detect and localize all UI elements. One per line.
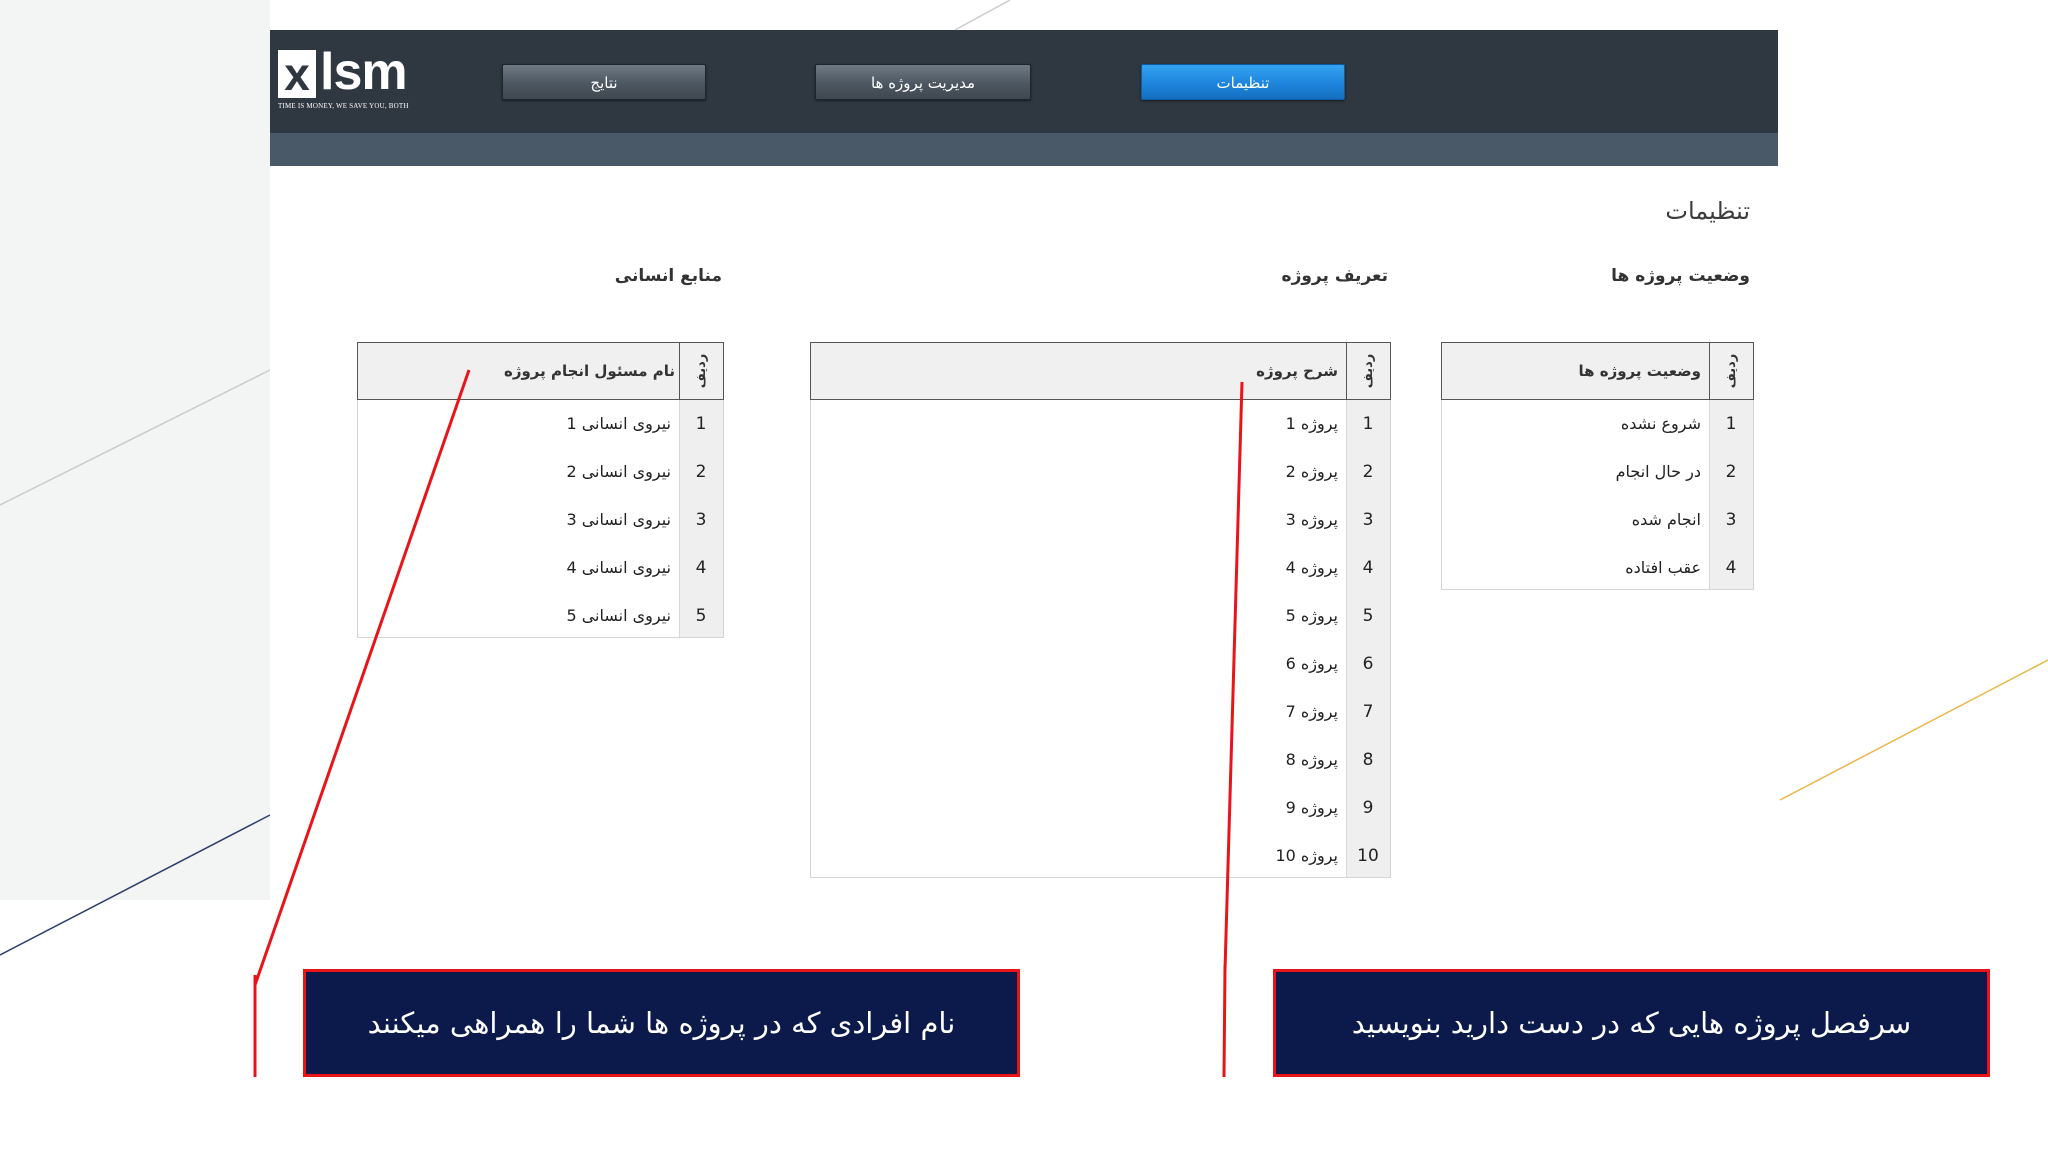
project-status-table: وضعیت پروژه ها ردیف 1 شروع نشده 2 در حال ا…	[1441, 342, 1754, 590]
index-column-header: ردیف	[1709, 343, 1753, 399]
index-column-header: ردیف	[1346, 343, 1390, 399]
callout-projects-hint: سرفصل پروژه هایی که در دست دارید بنویسید	[1273, 969, 1990, 1077]
table-row[interactable]: 3 انجام شده	[1442, 496, 1753, 544]
table-header: شرح پروژه ردیف	[810, 342, 1391, 400]
human-resources-table: نام مسئول انجام پروژه ردیف 1 نیروی انسانی…	[357, 342, 724, 638]
section-title-human-resources: منابع انسانی	[614, 266, 722, 286]
table-row[interactable]: 5 پروژه 5	[811, 592, 1390, 640]
logo-letter: x	[278, 50, 316, 98]
table-row[interactable]: 3 پروژه 3	[811, 496, 1390, 544]
table-row[interactable]: 6 پروژه 6	[811, 640, 1390, 688]
logo-tagline: TIME IS MONEY, WE SAVE YOU, BOTH	[278, 102, 409, 110]
table-row[interactable]: 9 پروژه 9	[811, 784, 1390, 832]
column-header-project-description: شرح پروژه	[1256, 362, 1338, 380]
table-row[interactable]: 4 عقب افتاده	[1442, 544, 1753, 592]
table-row[interactable]: 2 در حال انجام	[1442, 448, 1753, 496]
project-management-button[interactable]: مدیریت پروژه ها	[815, 64, 1031, 100]
column-header-status: وضعیت پروژه ها	[1578, 362, 1701, 380]
table-row[interactable]: 8 پروژه 8	[811, 736, 1390, 784]
results-button[interactable]: نتایج	[502, 64, 706, 100]
top-header: x lsm TIME IS MONEY, WE SAVE YOU, BOTH ن…	[270, 30, 1778, 133]
table-row[interactable]: 1 شروع نشده	[1442, 400, 1753, 448]
table-row[interactable]: 2 پروژه 2	[811, 448, 1390, 496]
table-row[interactable]: 4 پروژه 4	[811, 544, 1390, 592]
table-header: نام مسئول انجام پروژه ردیف	[357, 342, 724, 400]
settings-button[interactable]: تنظیمات	[1141, 64, 1345, 100]
section-title-project-definition: تعریف پروژه	[1281, 266, 1388, 286]
index-column-header: ردیف	[679, 343, 723, 399]
table-row[interactable]: 2 نیروی انسانی 2	[358, 448, 723, 496]
table-row[interactable]: 7 پروژه 7	[811, 688, 1390, 736]
callout-people-hint: نام افرادی که در پروژه ها شما را همراهی …	[303, 969, 1020, 1077]
table-row[interactable]: 1 نیروی انسانی 1	[358, 400, 723, 448]
xlsm-logo: x lsm TIME IS MONEY, WE SAVE YOU, BOTH	[278, 43, 418, 118]
project-definition-table: شرح پروژه ردیف 1 پروژه 1 2 پروژه 2 3 پروژه …	[810, 342, 1391, 878]
page-title: تنظیمات	[1665, 197, 1750, 225]
table-row[interactable]: 4 نیروی انسانی 4	[358, 544, 723, 592]
logo-word: lsm	[320, 43, 408, 101]
table-row[interactable]: 5 نیروی انسانی 5	[358, 592, 723, 640]
header-subbar	[270, 133, 1778, 166]
section-title-project-status: وضعیت پروژه ها	[1611, 266, 1750, 286]
table-header: وضعیت پروژه ها ردیف	[1441, 342, 1754, 400]
background-panel	[0, 0, 270, 900]
table-row[interactable]: 10 پروژه 10	[811, 832, 1390, 880]
table-row[interactable]: 3 نیروی انسانی 3	[358, 496, 723, 544]
table-row[interactable]: 1 پروژه 1	[811, 400, 1390, 448]
column-header-responsible-person: نام مسئول انجام پروژه	[503, 362, 675, 380]
